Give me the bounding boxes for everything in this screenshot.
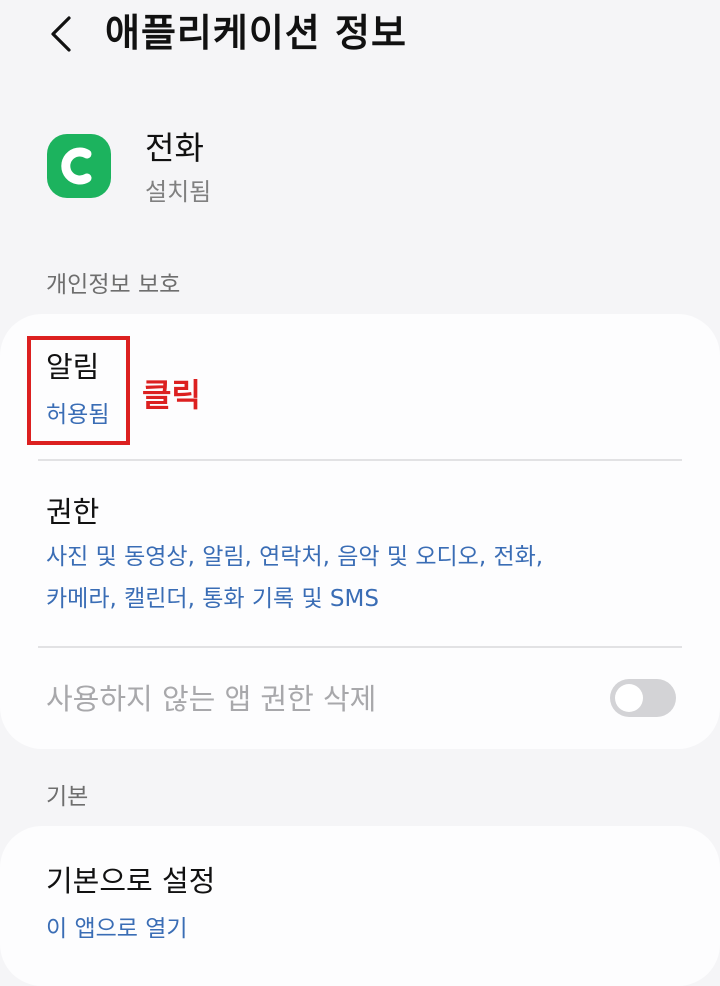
permissions-value-line2: 카메라, 캘린더, 통화 기록 및 SMS bbox=[46, 586, 379, 612]
app-info: 전화 설치됨 bbox=[0, 120, 720, 220]
permissions-value-line1: 사진 및 동영상, 알림, 연락처, 음악 및 오디오, 전화, bbox=[46, 544, 544, 570]
phone-icon bbox=[47, 134, 111, 198]
section-label-privacy: 개인정보 보호 bbox=[46, 272, 181, 298]
set-default-title: 기본으로 설정 bbox=[46, 864, 216, 898]
permissions-title: 권한 bbox=[46, 495, 100, 529]
click-highlight-box bbox=[27, 336, 130, 445]
permissions-row[interactable]: 권한 사진 및 동영상, 알림, 연락처, 음악 및 오디오, 전화, 카메라,… bbox=[0, 461, 720, 646]
app-install-status: 설치됨 bbox=[145, 178, 212, 206]
section-label-default: 기본 bbox=[46, 784, 89, 810]
set-default-value: 이 앱으로 열기 bbox=[46, 916, 188, 942]
app-name: 전화 bbox=[145, 129, 204, 167]
page-title: 애플리케이션 정보 bbox=[105, 11, 407, 55]
app-bar: 애플리케이션 정보 bbox=[0, 0, 720, 70]
set-default-row[interactable]: 기본으로 설정 이 앱으로 열기 bbox=[0, 826, 720, 952]
back-button[interactable] bbox=[40, 12, 80, 56]
remove-unused-permissions-title: 사용하지 않는 앱 권한 삭제 bbox=[46, 682, 377, 716]
toggle-knob bbox=[615, 684, 643, 712]
remove-unused-permissions-toggle[interactable] bbox=[610, 679, 676, 717]
click-annotation: 클릭 bbox=[142, 376, 201, 414]
chevron-left-icon bbox=[51, 16, 71, 52]
default-card: 기본으로 설정 이 앱으로 열기 bbox=[0, 826, 720, 986]
